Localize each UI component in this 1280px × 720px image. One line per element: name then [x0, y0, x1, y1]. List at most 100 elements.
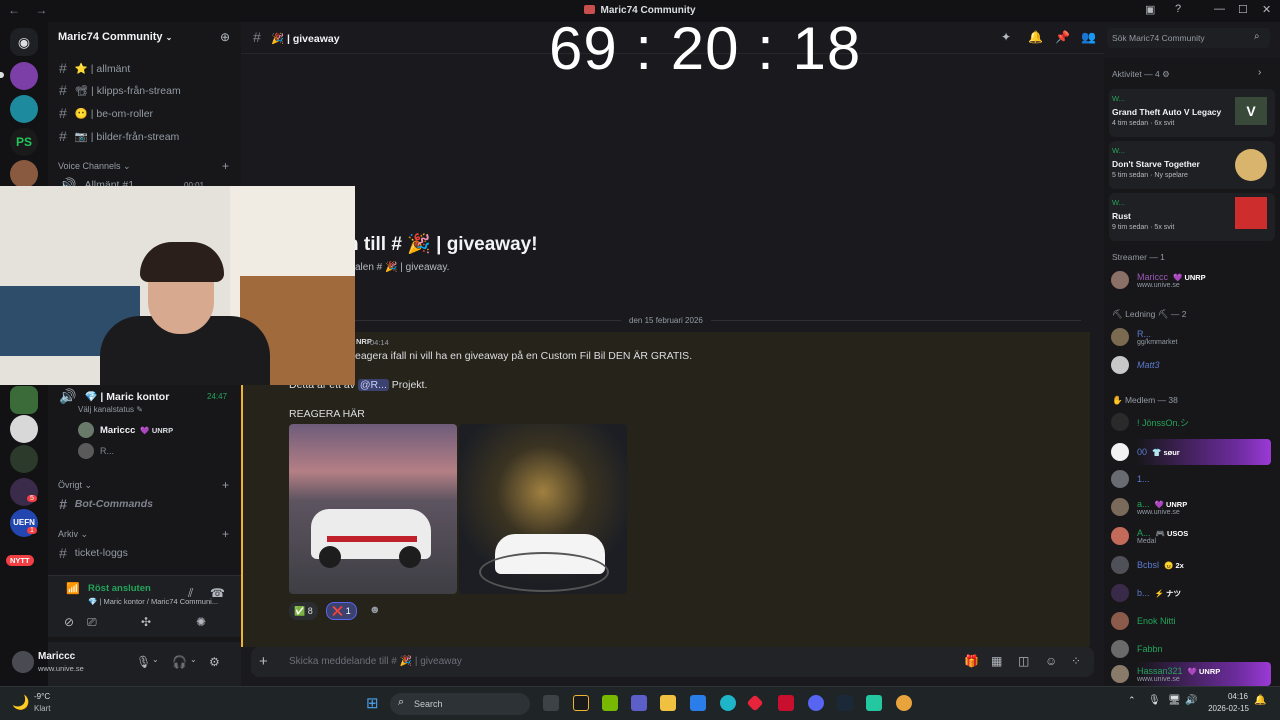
add-member-icon[interactable]: ⊕	[220, 30, 230, 44]
app-icon[interactable]	[573, 695, 589, 711]
member-item[interactable]: Fabbn	[1111, 638, 1163, 660]
user-mention[interactable]: @R...	[357, 379, 389, 391]
search-input[interactable]: Sök Maric74 Community	[1112, 33, 1205, 43]
channel-klipps[interactable]: # 📽 | klipps-från-stream	[59, 81, 181, 99]
server-icon[interactable]	[10, 445, 38, 473]
add-channel-icon[interactable]: +	[222, 478, 229, 492]
channel-ticket-loggs[interactable]: # ticket-loggs	[59, 544, 128, 562]
soundboard-icon[interactable]: ✺	[196, 615, 206, 629]
teams-icon[interactable]	[631, 695, 647, 711]
discord-home-icon[interactable]: ◉	[10, 28, 38, 56]
upload-plus-icon[interactable]: +	[259, 653, 268, 670]
headphones-icon[interactable]: 🎧	[172, 655, 187, 669]
app-icon[interactable]	[778, 695, 794, 711]
member-item[interactable]: b... ⚡ ナツ	[1111, 582, 1181, 604]
member-item[interactable]: 00 👕 søur	[1111, 441, 1180, 463]
chevron-right-icon[interactable]: ›	[1258, 67, 1261, 78]
server-icon[interactable]	[10, 386, 38, 414]
add-reaction-icon[interactable]: ☻	[369, 604, 381, 616]
user-avatar[interactable]	[12, 651, 34, 673]
channel-bot-commands[interactable]: # Bot-Commands	[59, 495, 153, 513]
clock-date[interactable]: 2026-02-15	[1204, 704, 1249, 713]
nvidia-icon[interactable]	[602, 695, 618, 711]
activities-icon[interactable]: ✣	[141, 615, 151, 629]
threads-icon[interactable]: ✦	[1001, 30, 1011, 44]
windows-start-icon[interactable]: ⊞	[366, 694, 379, 712]
voice-channel-maric-kontor[interactable]: 🔊 💎 | Maric kontor 24:47	[59, 387, 227, 405]
attachment-image-car-city[interactable]	[459, 424, 627, 594]
member-item[interactable]: A... 🎮 USOS Medal	[1111, 525, 1188, 547]
server-icon[interactable]	[10, 160, 38, 188]
activity-card[interactable]: W... Grand Theft Auto V Legacy 4 tim sed…	[1109, 89, 1275, 137]
pin-icon[interactable]: 📌	[1055, 30, 1070, 44]
attachment-image-car-sunset[interactable]	[289, 424, 457, 594]
category-arkiv[interactable]: Arkiv ⌄	[58, 529, 88, 540]
minimize-button[interactable]: —	[1214, 3, 1225, 15]
microphone-icon[interactable]: 🎙	[1148, 695, 1161, 706]
chrome-icon[interactable]	[896, 695, 912, 711]
taskbar-search[interactable]: ⌕ Search	[390, 693, 530, 715]
reaction-cross[interactable]: ❌ 1	[326, 602, 357, 620]
gif-icon[interactable]: ▦	[991, 654, 1002, 668]
edge-icon[interactable]	[720, 695, 736, 711]
username[interactable]: Mariccc	[38, 651, 75, 662]
weather-temp[interactable]: -9°C	[34, 692, 50, 701]
member-item[interactable]: ! JönssOn.シ	[1111, 411, 1189, 433]
inbox-icon[interactable]: ▣	[1145, 3, 1155, 16]
close-button[interactable]: ✕	[1262, 3, 1271, 16]
clock-time[interactable]: 04:16	[1221, 692, 1248, 701]
composer-placeholder[interactable]: Skicka meddelande till # 🎉 | giveaway	[289, 656, 462, 667]
chevron-down-icon[interactable]: ⌄	[190, 655, 197, 664]
steam-icon[interactable]	[837, 695, 853, 711]
chevron-down-icon[interactable]: ⌄	[152, 655, 159, 664]
disconnect-icon[interactable]: ☎	[210, 586, 225, 600]
channel-allmant[interactable]: # ⭐ | allmänt	[59, 59, 130, 77]
server-icon[interactable]	[10, 95, 38, 123]
add-channel-icon[interactable]: +	[222, 527, 229, 541]
camera-off-icon[interactable]: ⊘	[34, 615, 74, 629]
activity-header[interactable]: Aktivitet — 4 ⚙	[1112, 69, 1170, 80]
channel-be-om-roller[interactable]: # 😶 | be-om-roller	[59, 104, 153, 122]
member-item[interactable]: Hassan321 💜 UNRP www.unive.se	[1111, 663, 1220, 685]
member-item[interactable]: Mariccc 💜 UNRP www.unive.se	[1111, 269, 1206, 291]
server-icon[interactable]	[10, 415, 38, 443]
member-item[interactable]: Matt3	[1111, 354, 1160, 376]
category-ovrigt[interactable]: Övrigt ⌄	[58, 480, 92, 491]
channel-status-prompt[interactable]: Välj kanalstatus ✎	[78, 405, 143, 414]
apps-icon[interactable]: ⁘	[1071, 654, 1081, 668]
app-icon[interactable]	[866, 695, 882, 711]
member-item[interactable]: Enok Nitti	[1111, 610, 1176, 632]
microphone-icon[interactable]: 🎙	[136, 655, 151, 669]
network-icon[interactable]: 🖥	[1168, 695, 1181, 706]
help-icon[interactable]: ?	[1175, 3, 1181, 15]
members-icon[interactable]: 👥	[1081, 30, 1096, 44]
notification-bell-icon[interactable]: 🔔	[1254, 695, 1266, 706]
store-icon[interactable]	[690, 695, 706, 711]
settings-gear-icon[interactable]: ⚙	[209, 655, 220, 669]
member-item[interactable]: Bcbsl 😠 2x	[1111, 554, 1184, 576]
voice-user[interactable]: R...	[78, 443, 114, 459]
weather-desc[interactable]: Klart	[34, 704, 50, 713]
voice-location[interactable]: 💎 | Maric kontor / Maric74 Communi...	[40, 597, 230, 606]
member-item[interactable]: a... 💜 UNRP www.unive.se	[1111, 496, 1187, 518]
voice-user[interactable]: Mariccc 💜 UNRP	[78, 422, 173, 438]
screen-share-icon[interactable]: ⎚	[87, 615, 97, 630]
voice-connected-label[interactable]: Röst ansluten	[40, 583, 190, 594]
channel-bilder[interactable]: # 📷 | bilder-från-stream	[59, 127, 179, 145]
noise-suppression-icon[interactable]: ⫽	[188, 586, 193, 601]
maximize-button[interactable]: ☐	[1238, 3, 1248, 16]
sticker-icon[interactable]: ◫	[1018, 654, 1029, 668]
category-voice[interactable]: Voice Channels ⌄	[58, 161, 131, 172]
search-bar[interactable]: Sök Maric74 Community ⌕	[1107, 28, 1270, 48]
add-channel-icon[interactable]: +	[222, 159, 229, 173]
discord-icon[interactable]	[808, 695, 824, 711]
app-icon[interactable]	[746, 694, 764, 712]
server-name-header[interactable]: Maric74 Community ⌄	[58, 31, 172, 43]
emoji-icon[interactable]: ☺	[1045, 654, 1057, 668]
weather-icon[interactable]: 🌙	[12, 694, 29, 711]
server-icon[interactable]: PS	[10, 128, 38, 156]
volume-icon[interactable]: 🔊	[1185, 695, 1197, 706]
member-item[interactable]: 1...	[1111, 468, 1150, 490]
gift-icon[interactable]: 🎁	[964, 654, 979, 668]
message-composer[interactable]: + Skicka meddelande till # 🎉 | giveaway …	[251, 647, 1094, 677]
